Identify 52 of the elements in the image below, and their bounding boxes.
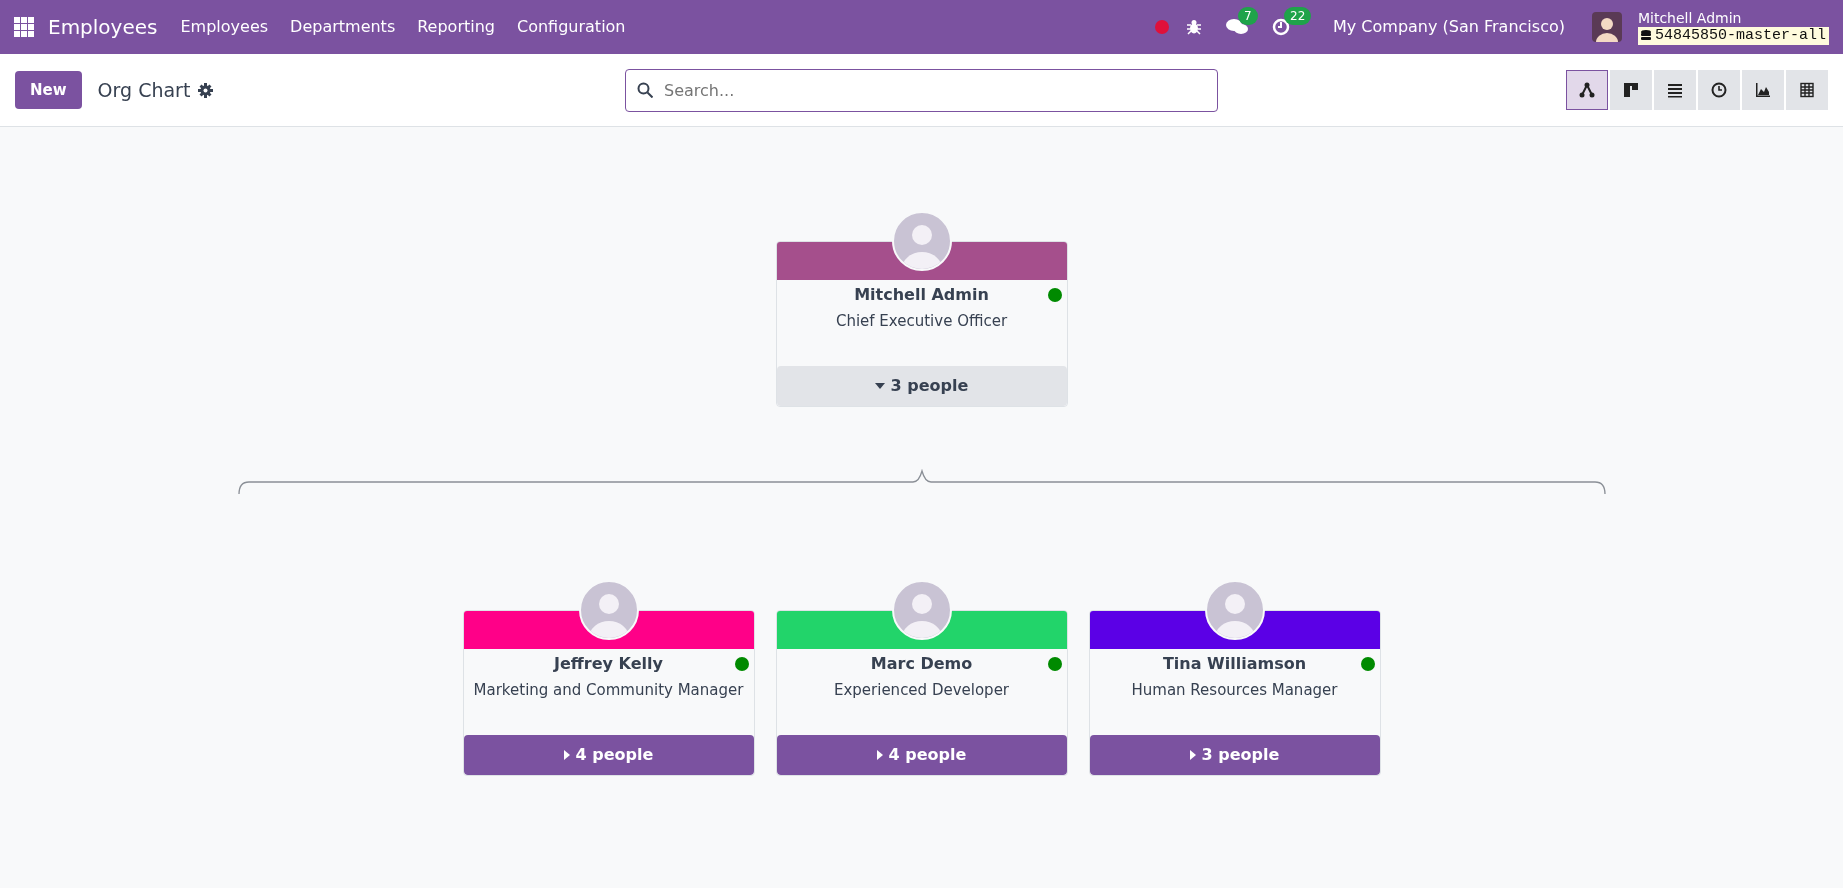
app-title[interactable]: Employees bbox=[48, 12, 158, 42]
count-badge: 22 bbox=[1284, 6, 1312, 25]
hierarchy-icon bbox=[1579, 82, 1595, 98]
employee-name: Tina Williamson bbox=[1161, 653, 1308, 675]
count-badge: 7 bbox=[1238, 6, 1258, 25]
menu-item[interactable]: Configuration bbox=[506, 15, 637, 39]
settings-icon[interactable] bbox=[198, 82, 214, 98]
database-badge: 54845850-master-all bbox=[1637, 26, 1829, 45]
kanban-icon bbox=[1623, 82, 1639, 98]
apps-menu-icon[interactable] bbox=[14, 17, 34, 37]
company-switcher[interactable]: My Company (San Francisco) bbox=[1322, 15, 1576, 39]
people-button[interactable]: 4 people bbox=[776, 735, 1067, 775]
job-title: Human Resources Manager bbox=[1130, 680, 1339, 701]
clock-icon[interactable] bbox=[1272, 18, 1290, 37]
breadcrumb-title: Org Chart bbox=[97, 77, 191, 103]
view-button[interactable] bbox=[1654, 70, 1696, 110]
menu-item[interactable]: Departments bbox=[279, 15, 407, 39]
list-icon bbox=[1667, 82, 1683, 98]
employee-name: Mitchell Admin bbox=[853, 284, 990, 306]
area-chart-icon bbox=[1755, 82, 1771, 98]
people-button[interactable]: 3 people bbox=[1089, 735, 1380, 775]
menu-item[interactable]: Reporting bbox=[406, 15, 506, 39]
employee-card[interactable]: Tina Williamson Human Resources Manager 3 people bbox=[1088, 610, 1381, 776]
employee-name: Jeffrey Kelly bbox=[552, 653, 664, 675]
view-button[interactable] bbox=[1698, 70, 1740, 110]
employee-card[interactable]: Mitchell Admin Chief Executive Officer 3 people bbox=[775, 241, 1068, 407]
view-button[interactable] bbox=[1742, 70, 1784, 110]
employee-card[interactable]: Marc Demo Experienced Developer 4 people bbox=[775, 610, 1068, 776]
job-title: Marketing and Community Manager bbox=[472, 680, 745, 701]
search-field[interactable]: Search... bbox=[625, 68, 1218, 112]
caret-right-icon bbox=[876, 750, 883, 760]
table-icon bbox=[1799, 82, 1815, 98]
job-title: Experienced Developer bbox=[832, 680, 1011, 701]
people-button[interactable]: 4 people bbox=[463, 735, 754, 775]
clock-icon bbox=[1711, 82, 1727, 98]
employee-name: Marc Demo bbox=[869, 653, 974, 675]
job-title: Chief Executive Officer bbox=[834, 311, 1009, 332]
view-button[interactable] bbox=[1786, 70, 1828, 110]
view-button[interactable] bbox=[1610, 70, 1652, 110]
user-name[interactable]: Mitchell Admin bbox=[1637, 9, 1829, 27]
caret-right-icon bbox=[1189, 750, 1196, 760]
caret-right-icon bbox=[563, 750, 570, 760]
caret-down-icon bbox=[874, 383, 885, 389]
view-button[interactable] bbox=[1566, 70, 1608, 110]
bug-icon[interactable] bbox=[1186, 19, 1202, 35]
new-button[interactable]: New bbox=[15, 70, 82, 110]
user-avatar-icon[interactable] bbox=[1591, 12, 1622, 42]
people-button[interactable]: 3 people bbox=[776, 366, 1067, 406]
database-icon bbox=[1640, 29, 1651, 42]
menu-item[interactable]: Employees bbox=[169, 15, 280, 39]
search-icon bbox=[637, 81, 653, 98]
employee-card[interactable]: Jeffrey Kelly Marketing and Community Manager 4 people bbox=[462, 610, 755, 776]
